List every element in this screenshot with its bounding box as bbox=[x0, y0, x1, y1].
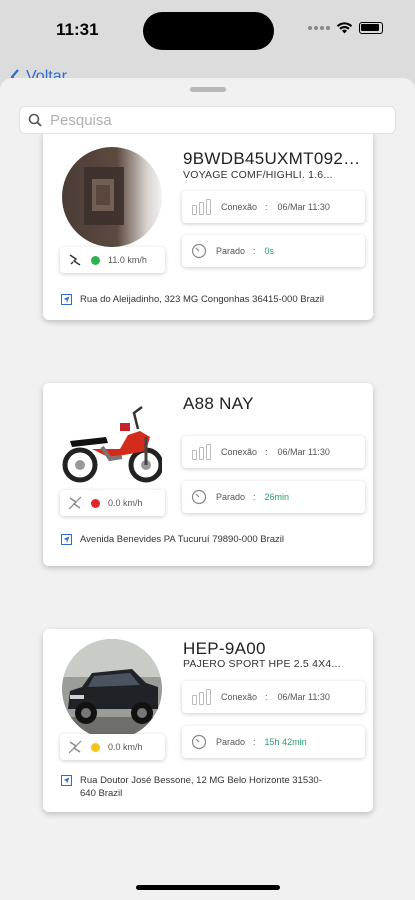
state-label: Parado bbox=[216, 492, 246, 502]
ignition-on-icon bbox=[69, 254, 81, 266]
signal-bars-icon bbox=[192, 689, 211, 705]
vehicle-card[interactable]: 9BWDB45UXMT0925... VOYAGE COMF/HIGHLI. 1… bbox=[43, 130, 373, 320]
speed-value: 0.0 km/h bbox=[108, 498, 143, 508]
state-duration: 15h 42min bbox=[264, 737, 307, 747]
status-icons bbox=[308, 22, 383, 34]
vehicle-model: PAJERO SPORT HPE 2.5 4X4... bbox=[183, 658, 341, 670]
connection-box: Conexão : 06/Mar 11:30 bbox=[182, 191, 365, 223]
vehicle-card[interactable]: A88 NAY Conexão : 06/Mar 11:30 Parado : … bbox=[43, 383, 373, 566]
search-input[interactable] bbox=[50, 111, 370, 129]
state-label: Parado bbox=[216, 737, 246, 747]
ignition-off-icon bbox=[68, 740, 82, 754]
vehicle-model: VOYAGE COMF/HIGHLI. 1.6... bbox=[183, 169, 333, 181]
state-duration: 0s bbox=[264, 246, 275, 256]
home-indicator[interactable] bbox=[136, 885, 280, 890]
speed-box: 11.0 km/h bbox=[60, 247, 165, 273]
status-time: 11:31 bbox=[56, 20, 99, 39]
connection-box: Conexão : 06/Mar 11:30 bbox=[182, 681, 365, 713]
vehicle-photo bbox=[62, 147, 162, 247]
timer-icon bbox=[191, 734, 207, 750]
state-label: Parado bbox=[216, 246, 246, 256]
status-bar: 11:31 bbox=[0, 0, 415, 64]
state-duration: 26min bbox=[264, 492, 290, 502]
speed-box: 0.0 km/h bbox=[60, 490, 165, 516]
connection-box: Conexão : 06/Mar 11:30 bbox=[182, 436, 365, 468]
timer-icon bbox=[191, 243, 207, 259]
address-text: Rua do Aleijadinho, 323 MG Congonhas 364… bbox=[80, 294, 324, 305]
vehicle-plate: HEP-9A00 bbox=[183, 639, 266, 658]
speed-status-dot bbox=[91, 255, 100, 265]
speed-value: 0.0 km/h bbox=[108, 742, 143, 752]
cellular-icon bbox=[308, 26, 330, 30]
search-icon bbox=[28, 113, 42, 127]
status-box: Parado : 15h 42min bbox=[182, 726, 365, 758]
connection-time: 06/Mar 11:30 bbox=[277, 447, 330, 457]
speed-status-dot bbox=[91, 498, 100, 508]
vehicle-plate: 9BWDB45UXMT0925... bbox=[183, 149, 367, 168]
speed-box: 0.0 km/h bbox=[60, 734, 165, 760]
timer-icon bbox=[191, 489, 207, 505]
ignition-off-icon bbox=[68, 496, 82, 510]
address-text: Avenida Benevides PA Tucuruí 79890-000 B… bbox=[80, 534, 285, 545]
address-text: Rua Doutor José Bessone, 12 MG Belo Hori… bbox=[80, 775, 322, 799]
signal-bars-icon bbox=[192, 199, 211, 215]
wifi-icon bbox=[336, 22, 353, 34]
signal-bars-icon bbox=[192, 444, 211, 460]
address-row: Avenida Benevides PA Tucuruí 79890-000 B… bbox=[61, 533, 361, 546]
navigation-arrow-icon bbox=[61, 775, 72, 786]
status-box: Parado : 0s bbox=[182, 235, 365, 267]
search-bar[interactable] bbox=[19, 106, 396, 134]
speed-value: 11.0 km/h bbox=[108, 255, 147, 265]
status-box: Parado : 26min bbox=[182, 481, 365, 513]
navigation-arrow-icon bbox=[61, 294, 72, 305]
connection-time: 06/Mar 11:30 bbox=[277, 202, 330, 212]
address-row: Rua Doutor José Bessone, 12 MG Belo Hori… bbox=[61, 774, 361, 800]
vehicle-plate: A88 NAY bbox=[183, 394, 254, 413]
battery-icon bbox=[359, 22, 383, 34]
connection-label: Conexão bbox=[221, 447, 258, 457]
vehicle-list-sheet: 9BWDB45UXMT0925... VOYAGE COMF/HIGHLI. 1… bbox=[0, 78, 415, 900]
navigation-arrow-icon bbox=[61, 534, 72, 545]
vehicle-photo bbox=[62, 393, 162, 493]
connection-label: Conexão bbox=[221, 202, 258, 212]
address-row: Rua do Aleijadinho, 323 MG Congonhas 364… bbox=[61, 293, 361, 306]
dynamic-island bbox=[143, 12, 274, 50]
connection-time: 06/Mar 11:30 bbox=[277, 692, 330, 702]
connection-label: Conexão bbox=[221, 692, 258, 702]
vehicle-photo bbox=[62, 639, 162, 739]
sheet-grabber[interactable] bbox=[190, 87, 226, 92]
vehicle-card[interactable]: HEP-9A00 PAJERO SPORT HPE 2.5 4X4... Con… bbox=[43, 629, 373, 812]
speed-status-dot bbox=[91, 742, 100, 752]
